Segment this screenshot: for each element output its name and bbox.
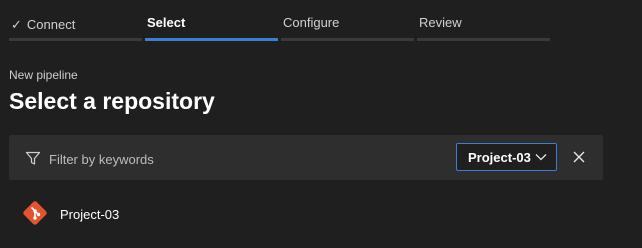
git-icon [23,201,47,225]
checkmark-icon: ✓ [11,17,22,32]
step-configure-label: Configure [283,15,340,30]
filter-bar: Project-03 [9,135,603,180]
repository-item[interactable]: Project-03 [22,200,322,228]
step-select-label: Select [147,15,186,30]
step-review[interactable]: Review [417,0,550,44]
filter-input[interactable] [47,147,431,171]
page-subtitle: New pipeline [9,68,78,82]
step-configure[interactable]: Configure [281,0,414,44]
filter-icon [25,151,41,165]
project-dropdown-value: Project-03 [468,150,531,165]
step-configure-progress [281,38,414,41]
step-connect-progress [9,38,142,41]
project-dropdown[interactable]: Project-03 [456,143,557,171]
chevron-down-icon [535,154,547,161]
repository-name: Project-03 [60,207,120,222]
step-select-progress [145,38,278,41]
wizard-steps: ✓ Connect Select Configure Review [9,0,554,44]
step-connect-label: Connect [26,17,76,32]
step-review-progress [417,38,550,41]
close-icon[interactable] [573,151,585,163]
step-review-label: Review [419,15,462,30]
page-title: Select a repository [9,88,215,114]
step-connect[interactable]: ✓ Connect [9,0,142,44]
step-select[interactable]: Select [145,0,278,44]
